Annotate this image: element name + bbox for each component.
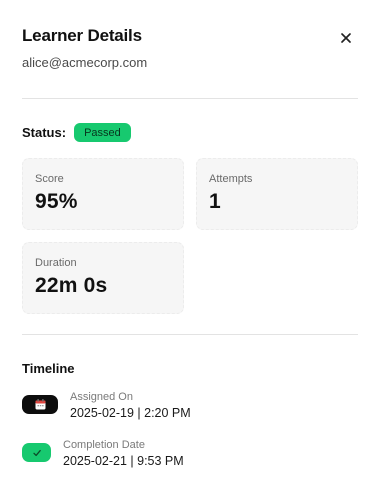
stat-label: Score	[35, 173, 64, 185]
timeline-value: 2025-02-21 | 9:53 PM	[63, 454, 184, 468]
timeline-label: Assigned On	[70, 391, 133, 403]
calendar-icon	[35, 399, 45, 410]
learner-details-panel: Learner Details alice@acmecorp.com Statu…	[0, 0, 380, 491]
stat-card-attempts: Attempts 1	[196, 158, 358, 230]
close-button[interactable]	[334, 26, 358, 50]
stat-label: Attempts	[209, 173, 253, 185]
stat-value: 22m 0s	[35, 274, 108, 297]
panel-header: Learner Details alice@acmecorp.com	[22, 26, 358, 70]
timeline-text: Completion Date 2025-02-21 | 9:53 PM	[63, 439, 184, 468]
status-label: Status:	[22, 125, 67, 140]
divider	[22, 98, 358, 99]
stat-value: 95%	[35, 190, 78, 213]
panel-title: Learner Details	[22, 26, 142, 45]
stat-card-score: Score 95%	[22, 158, 184, 230]
timeline-value: 2025-02-19 | 2:20 PM	[70, 406, 191, 420]
learner-email: alice@acmecorp.com	[22, 55, 148, 70]
status-badge: Passed	[74, 123, 131, 142]
timeline-item-completed: Completion Date 2025-02-21 | 9:53 PM	[22, 439, 184, 468]
stat-label: Duration	[35, 257, 77, 269]
timeline-marker	[22, 395, 58, 414]
timeline-marker	[22, 443, 51, 462]
timeline-title: Timeline	[22, 361, 75, 376]
divider	[22, 334, 358, 335]
timeline-text: Assigned On 2025-02-19 | 2:20 PM	[70, 391, 191, 420]
close-icon	[341, 33, 351, 43]
status-row: Status: Passed	[22, 123, 131, 142]
timeline-item-assigned: Assigned On 2025-02-19 | 2:20 PM	[22, 391, 191, 420]
stat-value: 1	[209, 190, 221, 213]
check-icon	[32, 449, 41, 456]
timeline-label: Completion Date	[63, 439, 145, 451]
stat-card-duration: Duration 22m 0s	[22, 242, 184, 314]
